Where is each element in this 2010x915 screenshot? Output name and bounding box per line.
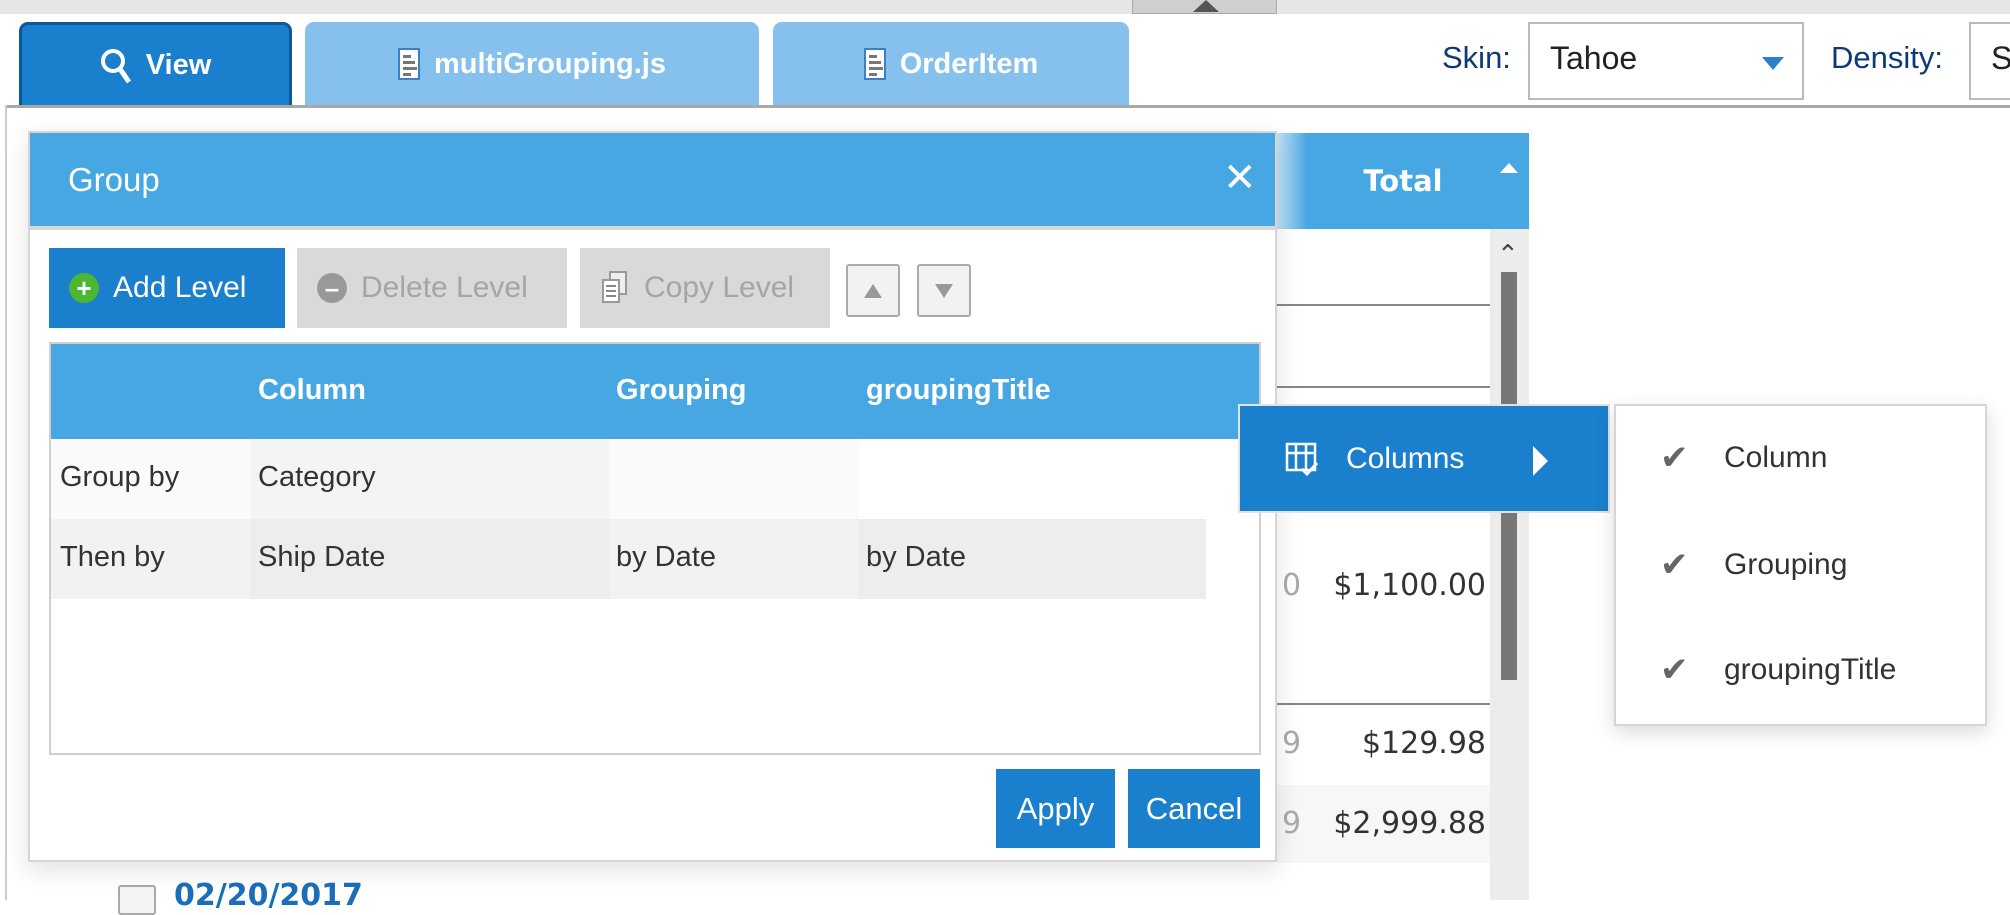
header-label: Total [1363, 164, 1443, 198]
column-cell[interactable]: Category [258, 461, 376, 494]
menu-item-grouping-title[interactable]: ✔ groupingTitle [1616, 620, 1985, 720]
button-label: Add Level [113, 271, 247, 304]
tab-orderitem[interactable]: OrderItem [773, 22, 1129, 106]
density-value: S [1991, 40, 2010, 76]
check-icon: ✔ [1660, 546, 1689, 584]
total-cell: $1,100.00 [1333, 568, 1486, 603]
total-cell: $2,999.88 [1333, 806, 1486, 841]
document-icon [863, 48, 886, 80]
button-label: Copy Level [644, 271, 795, 304]
cell-partial: 9 [1282, 806, 1302, 841]
chevron-right-icon [1533, 446, 1548, 476]
columns-submenu: ✔ Column ✔ Grouping ✔ groupingTitle [1614, 404, 1987, 726]
menu-item-grouping[interactable]: ✔ Grouping [1616, 515, 1985, 615]
density-select[interactable]: S [1969, 22, 2010, 100]
check-icon: ✔ [1660, 439, 1689, 477]
tab-label: View [145, 49, 212, 81]
skin-value: Tahoe [1550, 40, 1638, 76]
tab-divider [5, 105, 2010, 108]
group-dialog: Group ✕ + Add Level – Delete Level Copy … [28, 131, 1277, 862]
triangle-up-icon [864, 283, 882, 298]
table-row[interactable]: Then by Ship Date by Date by Date [51, 519, 1206, 599]
cell-bg [859, 439, 1206, 519]
button-label: Cancel [1145, 790, 1243, 826]
copy-level-button[interactable]: Copy Level [580, 248, 830, 328]
menu-item-column[interactable]: ✔ Column [1616, 408, 1985, 508]
button-label: Apply [1016, 790, 1095, 826]
header-grouping-title[interactable]: groupingTitle [866, 374, 1051, 407]
scroll-up-icon[interactable]: ⌃ [1497, 240, 1519, 270]
grouping-cell[interactable]: by Date [616, 541, 716, 574]
tab-multigrouping-js[interactable]: multiGrouping.js [305, 22, 759, 106]
document-icon [398, 48, 420, 80]
total-cell: $129.98 [1361, 726, 1486, 761]
chevron-down-icon [1762, 57, 1784, 70]
tab-view[interactable]: View [19, 22, 292, 106]
row-divider [1277, 703, 1490, 705]
group-checkbox[interactable] [118, 885, 156, 915]
dialog-title: Group [68, 161, 160, 198]
column-cell[interactable]: Ship Date [258, 541, 385, 574]
table-row[interactable]: Group by Category [51, 439, 1206, 519]
group-levels-grid: Column Grouping groupingTitle Group by C… [49, 342, 1261, 755]
column-header-total[interactable]: Total [1277, 133, 1529, 229]
triangle-down-icon [935, 283, 953, 298]
tab-label: OrderItem [899, 47, 1039, 80]
menu-item-label: Grouping [1724, 548, 1848, 581]
menu-item-label: Column [1724, 441, 1828, 474]
cancel-button[interactable]: Cancel [1128, 769, 1260, 848]
header-grouping[interactable]: Grouping [616, 374, 746, 407]
row-label: Then by [60, 541, 165, 573]
skin-label: Skin: [1442, 40, 1511, 75]
move-down-button[interactable] [917, 264, 971, 317]
delete-level-button[interactable]: – Delete Level [297, 248, 567, 328]
dialog-header[interactable]: Group ✕ [30, 133, 1275, 230]
menu-label: Columns [1346, 441, 1465, 475]
sort-ascending-icon [1500, 163, 1518, 173]
menu-item-label: groupingTitle [1724, 653, 1897, 686]
row-label: Group by [60, 461, 180, 493]
button-label: Delete Level [361, 271, 528, 304]
close-icon[interactable]: ✕ [1223, 155, 1257, 201]
cell-partial: 0 [1282, 568, 1302, 603]
row-divider [1277, 386, 1490, 388]
add-level-button[interactable]: + Add Level [49, 248, 285, 328]
grouping-title-cell[interactable]: by Date [866, 541, 966, 574]
grid-header-row: Column Grouping groupingTitle [51, 344, 1259, 439]
row-divider [1277, 304, 1490, 306]
columns-icon [1285, 442, 1319, 476]
plus-icon: + [69, 273, 99, 303]
density-label: Density: [1831, 40, 1943, 75]
apply-button[interactable]: Apply [996, 769, 1115, 848]
context-menu-columns[interactable]: Columns [1238, 404, 1610, 513]
group-date-link[interactable]: 02/20/2017 [174, 878, 363, 913]
top-scrollbar[interactable] [0, 0, 2010, 14]
copy-icon [602, 271, 627, 303]
cell-partial: 9 [1282, 726, 1302, 761]
move-up-button[interactable] [846, 264, 900, 317]
tab-label: multiGrouping.js [434, 47, 666, 80]
search-icon [100, 48, 131, 83]
skin-select[interactable]: Tahoe [1528, 22, 1804, 100]
scroll-up-button[interactable] [1132, 0, 1277, 14]
header-column[interactable]: Column [258, 374, 366, 407]
check-icon: ✔ [1660, 651, 1689, 689]
left-border [5, 105, 7, 900]
minus-icon: – [317, 273, 347, 303]
